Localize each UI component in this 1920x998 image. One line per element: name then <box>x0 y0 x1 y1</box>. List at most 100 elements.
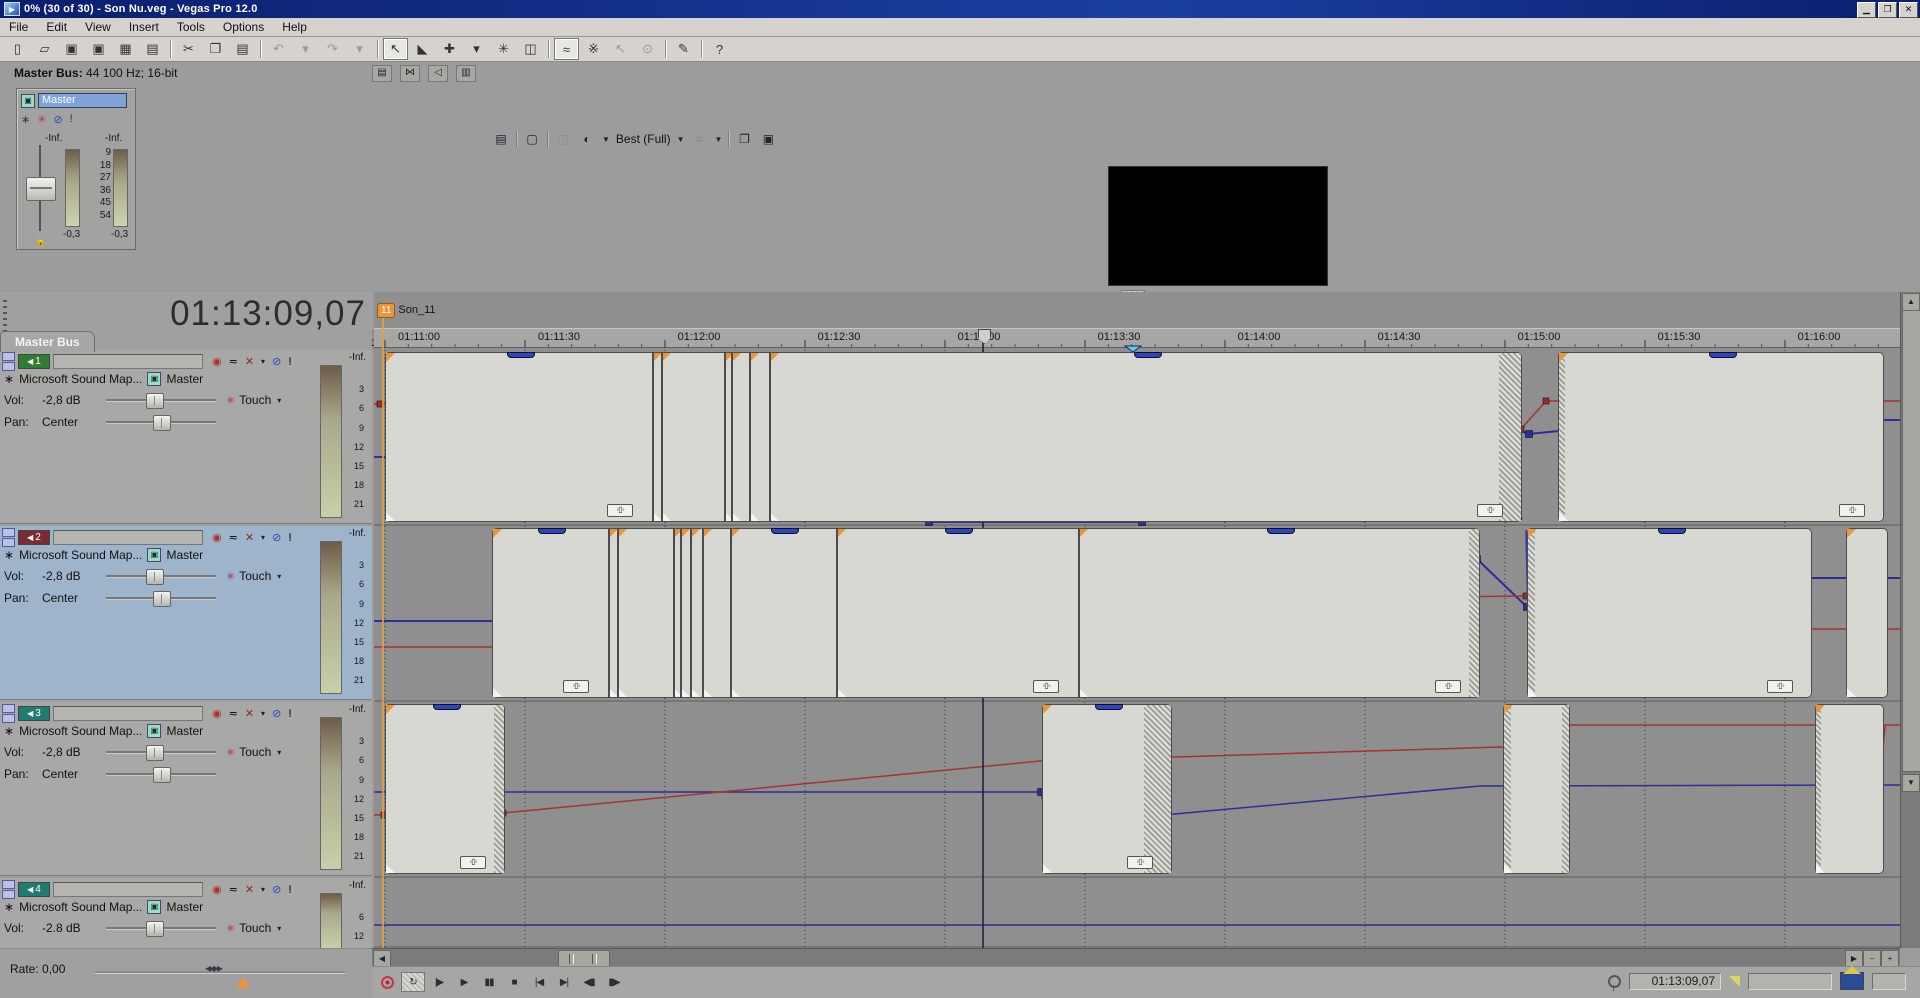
track-name-field[interactable] <box>53 706 203 721</box>
menu-options[interactable]: Options <box>214 19 273 35</box>
audio-event[interactable]: ◦▯◦ <box>1042 704 1172 874</box>
track-header-4[interactable]: ◀4◉≂✕▾⊘!∗Microsoft Sound Map...▣MasterVo… <box>0 878 372 955</box>
marker-number[interactable]: 11 <box>377 303 395 318</box>
device-name[interactable]: Microsoft Sound Map... <box>19 548 142 562</box>
vertical-scroll-thumb[interactable] <box>1902 310 1920 772</box>
rate-slider-handle[interactable]: ◂◂▸▸ <box>205 961 221 975</box>
undo-button[interactable]: ↶ <box>266 38 291 60</box>
solo-button[interactable]: ⊘ <box>272 531 281 544</box>
track-name-field[interactable] <box>53 882 203 897</box>
zoom-edit-tool-button[interactable]: ⊙ <box>635 38 660 60</box>
bus-solo-icon[interactable]: ! <box>70 113 73 126</box>
track-number-badge[interactable]: ◀3 <box>18 706 50 721</box>
fade-handle[interactable] <box>837 688 846 697</box>
pin-icon[interactable] <box>1608 975 1621 988</box>
audio-event[interactable]: ◦▯◦ <box>385 704 505 874</box>
solo-button[interactable]: ⊘ <box>272 883 281 896</box>
pan-slider-thumb[interactable] <box>153 767 171 783</box>
selection-length-field[interactable] <box>1748 973 1832 990</box>
minimize-track-button[interactable] <box>2 528 15 537</box>
cut-button[interactable]: ✂ <box>176 38 201 60</box>
copy-snapshot-button[interactable]: ❐ <box>735 132 753 147</box>
pan-value[interactable]: Center <box>42 591 100 605</box>
mute-menu-button[interactable]: ▾ <box>261 357 265 366</box>
minimize-track-button[interactable] <box>2 880 15 889</box>
mute-menu-button[interactable]: ▾ <box>261 709 265 718</box>
audio-event[interactable] <box>1815 704 1884 874</box>
quality-dropdown-arrow[interactable]: ▼ <box>602 135 610 144</box>
stop-button[interactable]: ■ <box>503 973 525 991</box>
volume-value[interactable]: -2.8 dB <box>42 921 100 935</box>
bus-automation-icon[interactable]: ✳ <box>37 113 46 126</box>
event-generic-icon[interactable]: ◦▯◦ <box>1127 856 1153 869</box>
fade-handle[interactable] <box>1847 688 1856 697</box>
audio-event[interactable] <box>1503 704 1570 874</box>
automation-dropdown-arrow[interactable]: ▾ <box>277 748 281 757</box>
go-to-start-button[interactable]: |◀ <box>528 973 550 991</box>
event-generic-icon[interactable]: ◦▯◦ <box>1767 680 1793 693</box>
home-icon[interactable] <box>1840 972 1864 990</box>
paste-button[interactable]: ▤ <box>230 38 255 60</box>
close-button[interactable]: ✕ <box>1899 2 1918 18</box>
event-generic-icon[interactable]: ◦▯◦ <box>607 504 633 517</box>
invert-phase-button[interactable]: ! <box>288 356 292 368</box>
volume-slider-thumb[interactable] <box>146 393 164 409</box>
menu-insert[interactable]: Insert <box>120 19 168 35</box>
minimize-track-button[interactable] <box>2 352 15 361</box>
arm-for-record-button[interactable]: ◉ <box>212 883 222 896</box>
track-name-field[interactable] <box>53 530 203 545</box>
go-to-end-button[interactable]: ▶| <box>553 973 575 991</box>
track-number-badge[interactable]: ◀1 <box>18 354 50 369</box>
video-properties-button[interactable]: ▤ <box>492 132 510 147</box>
audio-event[interactable] <box>1846 528 1888 698</box>
fade-handle[interactable] <box>731 688 740 697</box>
bus-mute-icon[interactable]: ⊘ <box>53 113 62 126</box>
volume-slider-thumb[interactable] <box>146 745 164 761</box>
scroll-up-button[interactable]: ▲ <box>1902 293 1920 311</box>
track-name-field[interactable] <box>53 354 203 369</box>
track-header-3[interactable]: ◀3◉≂✕▾⊘!∗Microsoft Sound Map...▣MasterVo… <box>0 702 372 876</box>
edit-tool-menu-button[interactable]: ▾ <box>464 38 489 60</box>
fade-handle[interactable] <box>1559 512 1568 521</box>
marker-flag[interactable]: 11 Son_11 <box>377 303 436 318</box>
event-generic-icon[interactable]: ◦▯◦ <box>563 680 589 693</box>
title-bar[interactable]: ▶ 0% (30 of 30) - Son Nu.veg - Vegas Pro… <box>0 0 1920 18</box>
pan-value[interactable]: Center <box>42 415 100 429</box>
automation-gear-icon[interactable]: ✳ <box>226 922 235 935</box>
minimize-track-button[interactable] <box>2 704 15 713</box>
track-header-1[interactable]: ◀1◉≂✕▾⊘!∗Microsoft Sound Map...▣MasterVo… <box>0 350 372 524</box>
fade-handle[interactable] <box>662 512 671 521</box>
automation-mode[interactable]: Touch <box>239 569 271 583</box>
fade-handle[interactable] <box>1504 864 1513 873</box>
volume-slider[interactable] <box>106 927 216 929</box>
expand-track-layers-button[interactable]: ✚ <box>437 38 462 60</box>
preview-quality-button[interactable]: ◐ <box>578 132 596 147</box>
minimize-button[interactable]: ▁ <box>1857 2 1876 18</box>
arm-for-record-button[interactable]: ◉ <box>212 355 222 368</box>
fade-handle[interactable] <box>691 688 700 697</box>
play-from-start-button[interactable]: |▶ <box>428 973 450 991</box>
automation-gear-icon[interactable]: ✳ <box>226 570 235 583</box>
event-generic-icon[interactable]: ◦▯◦ <box>1435 680 1461 693</box>
fade-handle[interactable] <box>1079 688 1088 697</box>
quality-dropdown-arrow[interactable]: ▼ <box>677 135 685 144</box>
master-fader-handle[interactable] <box>26 177 56 201</box>
tab-master-bus[interactable]: Master Bus <box>0 331 95 352</box>
menu-tools[interactable]: Tools <box>168 19 214 35</box>
arm-for-record-button[interactable]: ◉ <box>212 707 222 720</box>
fader-lock-icon[interactable]: 🔒 <box>35 236 46 247</box>
fade-handle[interactable] <box>386 512 395 521</box>
track-envelopes-button[interactable]: ≂ <box>229 355 238 368</box>
fade-handle[interactable] <box>386 864 395 873</box>
save-as-button[interactable]: ▣ <box>86 38 111 60</box>
volume-slider-thumb[interactable] <box>146 921 164 937</box>
scroll-down-button[interactable]: ▼ <box>1902 774 1920 792</box>
fade-handle[interactable] <box>681 688 690 697</box>
volume-slider[interactable] <box>106 575 216 577</box>
fade-handle[interactable] <box>703 688 712 697</box>
maximize-button[interactable]: ❐ <box>1878 2 1897 18</box>
copy-button[interactable]: ❐ <box>203 38 228 60</box>
fade-handle[interactable] <box>618 688 627 697</box>
menu-edit[interactable]: Edit <box>37 19 76 35</box>
external-monitor-button[interactable]: ▢ <box>523 132 541 147</box>
